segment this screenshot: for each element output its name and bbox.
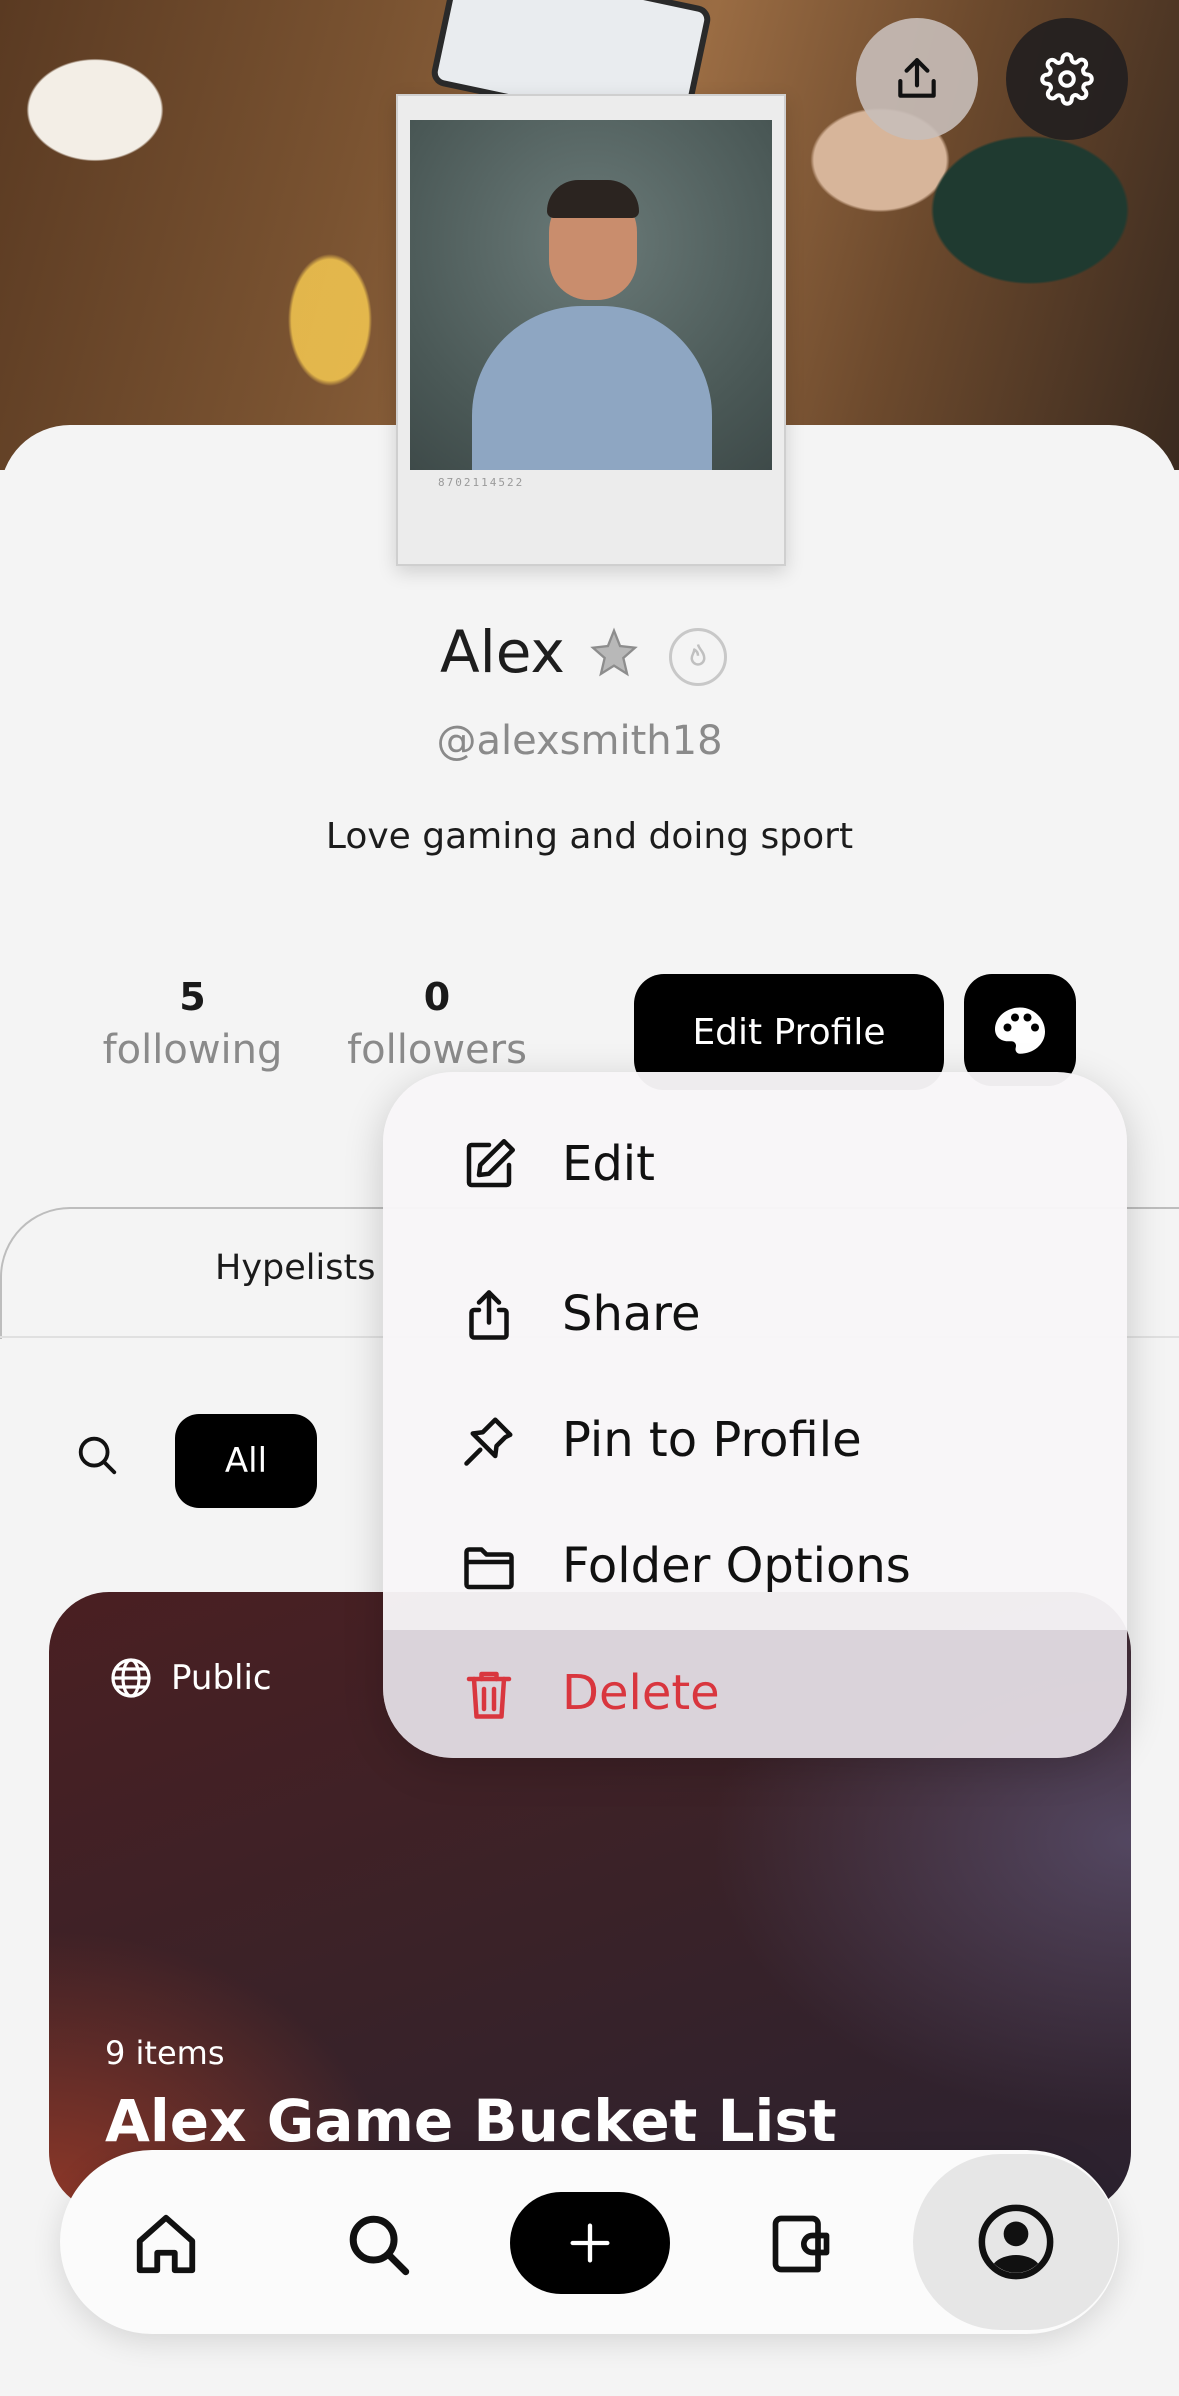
- followers-label: followers: [347, 1027, 527, 1073]
- menu-item-edit[interactable]: Edit: [383, 1072, 1127, 1252]
- nav-profile[interactable]: [913, 2154, 1118, 2330]
- profile-handle: @alexsmith18: [436, 718, 723, 764]
- card-title: Alex Game Bucket List: [105, 2087, 837, 2155]
- home-icon: [136, 2214, 196, 2274]
- search-icon: [349, 2215, 410, 2276]
- nav-search[interactable]: [318, 2184, 438, 2304]
- menu-item-share[interactable]: Share: [383, 1252, 1127, 1378]
- profile-name: Alex: [440, 618, 565, 686]
- profile-polaroid[interactable]: 8702114522: [396, 94, 786, 566]
- polaroid-serial: 8702114522: [438, 476, 525, 489]
- card-visibility: Public: [107, 1654, 272, 1702]
- photo-person-hair: [547, 180, 639, 218]
- palette-icon: [995, 1007, 1045, 1054]
- filter-chip-all[interactable]: All: [175, 1414, 317, 1508]
- share-icon: [469, 1290, 509, 1340]
- profile-bio: Love gaming and doing sport: [325, 816, 854, 857]
- menu-label-pin: Pin to Profile: [562, 1412, 862, 1468]
- photo-person-body: [472, 306, 712, 470]
- share-icon: [898, 58, 936, 98]
- gear-icon: [1040, 52, 1094, 106]
- edit-icon: [466, 1139, 515, 1188]
- menu-label-delete: Delete: [562, 1665, 720, 1721]
- followers-count: 0: [423, 975, 451, 1019]
- menu-label-share: Share: [562, 1286, 701, 1342]
- followers-stat[interactable]: 0 followers: [342, 975, 532, 1073]
- context-menu: Edit Share Pin to Profile Folder Options…: [383, 1072, 1127, 1758]
- pin-icon: [464, 1417, 513, 1466]
- nav-home[interactable]: [106, 2184, 226, 2304]
- menu-label-edit: Edit: [562, 1136, 655, 1192]
- tab-hypelists[interactable]: Hypelists: [215, 1248, 375, 1288]
- search-icon: [78, 1436, 117, 1475]
- card-item-count: 9 items: [105, 2034, 225, 2072]
- menu-item-pin[interactable]: Pin to Profile: [383, 1378, 1127, 1504]
- menu-item-folder-options[interactable]: Folder Options: [383, 1504, 1127, 1630]
- list-search-button[interactable]: [74, 1432, 120, 1482]
- following-count: 5: [179, 975, 206, 1019]
- star-badge-icon: [590, 627, 638, 677]
- plus-icon: [570, 2223, 610, 2263]
- nav-wallet[interactable]: [741, 2184, 861, 2304]
- bottom-nav: [60, 2150, 1119, 2334]
- settings-button[interactable]: [1006, 18, 1128, 140]
- following-stat[interactable]: 5 following: [100, 975, 285, 1073]
- following-label: following: [102, 1027, 283, 1073]
- wallet-icon: [772, 2215, 830, 2273]
- streak-flame-icon[interactable]: [669, 628, 727, 686]
- card-visibility-label: Public: [171, 1658, 272, 1698]
- trash-icon: [466, 1671, 512, 1719]
- profile-icon: [978, 2204, 1053, 2280]
- profile-photo: [410, 120, 772, 470]
- folder-icon: [464, 1547, 514, 1590]
- nav-create[interactable]: [510, 2192, 670, 2294]
- theme-button[interactable]: [964, 974, 1076, 1086]
- share-profile-button[interactable]: [856, 18, 978, 140]
- globe-icon: [111, 1658, 151, 1698]
- menu-item-delete[interactable]: Delete: [383, 1630, 1127, 1758]
- menu-label-folder: Folder Options: [562, 1538, 911, 1594]
